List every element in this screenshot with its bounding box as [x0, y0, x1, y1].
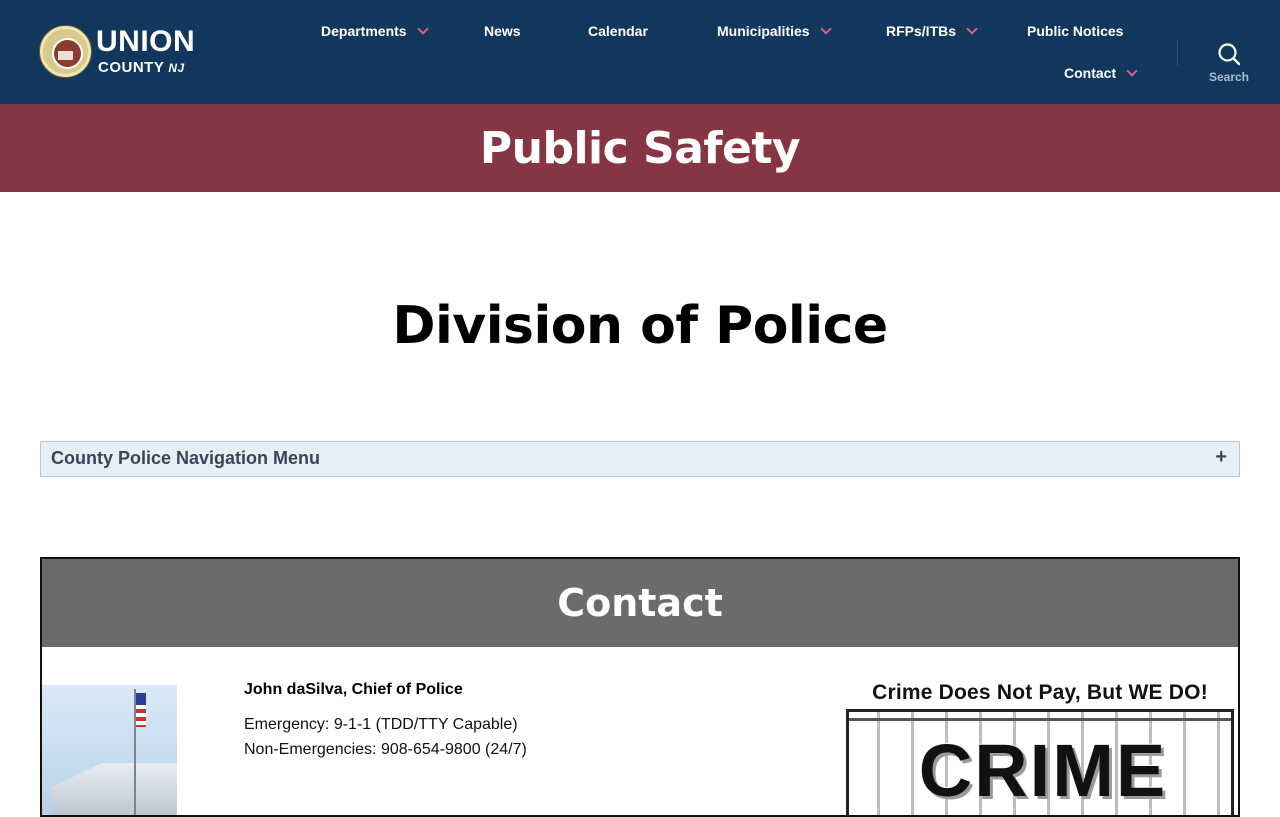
nav-calendar-label: Calendar [588, 23, 648, 39]
page-title: Division of Police [392, 296, 888, 356]
nav-public-notices[interactable]: Public Notices [1027, 21, 1123, 41]
nav-municipalities-label: Municipalities [717, 23, 810, 39]
non-emergency-phone: Non-Emergencies: 908-654-9800 (24/7) [244, 741, 527, 758]
nav-divider [1177, 40, 1178, 66]
nav-news-label: News [484, 23, 521, 39]
search-label: Search [1208, 70, 1250, 84]
chevron-down-icon [966, 22, 978, 35]
nav-departments-label: Departments [321, 23, 407, 39]
expand-plus-icon[interactable]: + [1215, 446, 1227, 469]
us-flag-icon [136, 693, 146, 727]
search-icon [1218, 43, 1241, 66]
nav-contact[interactable]: Contact [1064, 63, 1138, 83]
nav-news[interactable]: News [484, 21, 521, 41]
county-police-nav-accordion[interactable]: County Police Navigation Menu + [40, 441, 1240, 477]
chief-name: John daSilva, Chief of Police [244, 681, 463, 698]
crime-graphic-word: CRIME [918, 729, 1168, 812]
section-banner: Public Safety [0, 104, 1280, 192]
contact-box: Contact John daSilva, Chief of Police Em… [40, 557, 1240, 817]
nav-rfps-itbs[interactable]: RFPs/ITBs [886, 21, 978, 41]
chevron-down-icon [819, 22, 832, 35]
crime-does-not-pay-graphic: Crime Does Not Pay, But WE DO! CRIME [844, 681, 1236, 815]
contact-heading: Contact [557, 581, 723, 625]
logo-text-county: COUNTY NJ [98, 59, 185, 76]
building-shape [52, 763, 177, 815]
logo-text-union: UNION [96, 25, 196, 58]
nav-calendar[interactable]: Calendar [588, 21, 648, 41]
crime-graphic-tagline: Crime Does Not Pay, But WE DO! [872, 681, 1208, 704]
chevron-down-icon [416, 22, 429, 35]
nav-departments[interactable]: Departments [321, 21, 429, 41]
emergency-phone: Emergency: 9-1-1 (TDD/TTY Capable) [244, 716, 518, 733]
contact-header: Contact [42, 559, 1238, 647]
nav-rfps-itbs-label: RFPs/ITBs [886, 23, 957, 39]
chevron-down-icon [1126, 64, 1138, 77]
banner-title: Public Safety [479, 122, 801, 174]
nav-municipalities[interactable]: Municipalities [717, 21, 832, 41]
nav-contact-label: Contact [1064, 65, 1117, 81]
police-building-photo [42, 685, 177, 815]
crime-graphic-panel: CRIME [846, 709, 1234, 815]
search-button[interactable]: Search [1200, 38, 1258, 88]
county-seal-icon [40, 26, 91, 77]
nav-public-notices-label: Public Notices [1027, 23, 1124, 39]
union-county-logo[interactable]: UNION COUNTY NJ [40, 26, 210, 78]
accordion-title: County Police Navigation Menu [51, 448, 321, 468]
site-header: UNION COUNTY NJ Departments News Calendar… [0, 0, 1280, 104]
